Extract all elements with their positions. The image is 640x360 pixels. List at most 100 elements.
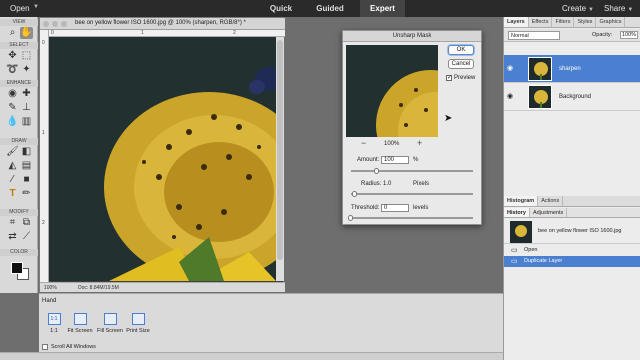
history-state-label: Open	[524, 247, 538, 253]
cancel-button[interactable]: Cancel	[448, 59, 474, 69]
layer-name[interactable]: Background	[559, 94, 591, 100]
scroll-all-windows-checkbox[interactable]: Scroll All Windows	[42, 344, 96, 350]
history-state-open[interactable]: ▭ Open	[504, 245, 640, 256]
dialog-title[interactable]: Unsharp Mask	[343, 31, 481, 42]
mode-guided[interactable]: Guided	[305, 0, 355, 17]
chevron-down-icon[interactable]: ▼	[33, 4, 39, 10]
amount-slider-knob[interactable]	[374, 168, 379, 174]
hand-tool-icon[interactable]: ✋	[20, 27, 33, 39]
crop-tool-icon[interactable]: ⌗	[6, 217, 19, 229]
straighten-tool-icon[interactable]: ⟋	[20, 231, 33, 243]
radius-unit: Pixels	[413, 181, 430, 187]
vertical-scrollbar[interactable]	[276, 37, 284, 281]
layers-panel-tabs: Layers Effects Filters Styles Graphics	[504, 17, 640, 28]
tab-adjustments[interactable]: Adjustments	[530, 208, 568, 217]
minimize-window-icon[interactable]	[52, 21, 58, 27]
spot-healing-icon[interactable]: ✚	[20, 88, 33, 100]
blur-tool-icon[interactable]: 💧	[6, 116, 19, 128]
zoom-out-icon[interactable]: −	[361, 139, 366, 148]
history-state-duplicate-layer[interactable]: ▭ Duplicate Layer	[504, 256, 640, 267]
type-tool-icon[interactable]: T	[6, 188, 19, 200]
eyedropper-icon[interactable]: ⁄	[6, 174, 19, 186]
preview-checkbox[interactable]: ✓ Preview	[446, 75, 475, 81]
image-canvas[interactable]	[49, 37, 276, 281]
clone-stamp-icon[interactable]: ⊥	[20, 102, 33, 114]
content-aware-move-icon[interactable]: ⇄	[6, 231, 19, 243]
brush-tool-icon[interactable]: 🖌	[6, 146, 19, 158]
threshold-slider[interactable]	[348, 215, 473, 221]
sponge-tool-icon[interactable]: ▥	[20, 116, 33, 128]
blend-mode-select[interactable]: Normal	[508, 31, 560, 40]
lasso-tool-icon[interactable]: ➰	[6, 64, 19, 76]
close-window-icon[interactable]	[43, 21, 49, 27]
share-menu[interactable]: Share ▼	[604, 4, 633, 13]
radius-slider[interactable]	[351, 191, 473, 197]
duplicate-layer-icon: ▭	[511, 258, 518, 265]
amount-field[interactable]: 100	[381, 156, 409, 164]
gradient-tool-icon[interactable]: ▤	[20, 160, 33, 172]
scroll-all-label: Scroll All Windows	[51, 344, 96, 350]
fill-screen-button[interactable]: Fill Screen	[95, 313, 125, 334]
chevron-down-icon: ▼	[627, 7, 634, 13]
mode-quick[interactable]: Quick	[263, 0, 299, 17]
tab-layers[interactable]: Layers	[504, 17, 529, 27]
mode-expert[interactable]: Expert	[360, 0, 405, 17]
marquee-tool-icon[interactable]: ⬚	[20, 50, 33, 62]
tab-styles[interactable]: Styles	[574, 17, 597, 27]
zoom-tool-icon[interactable]: ⌕	[6, 27, 19, 39]
tab-actions[interactable]: Actions	[538, 196, 564, 206]
recompose-tool-icon[interactable]: ⧉	[20, 217, 33, 229]
tab-history[interactable]: History	[504, 208, 530, 217]
amount-label: Amount:	[357, 157, 380, 163]
eraser-tool-icon[interactable]: ◧	[20, 146, 33, 158]
visibility-eye-icon[interactable]: ◉	[507, 92, 513, 100]
magic-wand-icon[interactable]: ✦	[20, 64, 33, 76]
eye-tool-icon[interactable]: ◉	[6, 88, 19, 100]
ruler-label: 0	[51, 30, 54, 36]
fit-screen-button[interactable]: Fit Screen	[65, 313, 95, 334]
move-tool-icon[interactable]: ✥	[6, 50, 19, 62]
tab-filters[interactable]: Filters	[552, 17, 575, 27]
layer-thumbnail	[528, 57, 552, 81]
create-menu[interactable]: Create ▼	[562, 4, 594, 13]
layer-row-sharpen[interactable]: ◉ sharpen	[504, 55, 640, 83]
zoom-in-icon[interactable]: +	[417, 139, 422, 148]
filter-preview[interactable]	[346, 45, 438, 137]
layer-row-background[interactable]: ◉ Background	[504, 83, 640, 111]
active-tool-name: Hand	[42, 298, 57, 304]
actual-pixels-icon: 1:1	[47, 313, 61, 325]
checkbox-box[interactable]: ✓	[446, 75, 452, 81]
threshold-slider-knob[interactable]	[348, 215, 353, 221]
zoom-level[interactable]: 100%	[44, 285, 57, 291]
document-title: bee on yellow flower ISO 1600.jpg @ 100%…	[75, 20, 246, 26]
radius-value[interactable]: 1.0	[383, 181, 391, 187]
button-label: Fill Screen	[97, 328, 123, 334]
opacity-field[interactable]: 100%	[620, 31, 638, 39]
scrollbar-thumb[interactable]	[277, 40, 283, 260]
tab-histogram[interactable]: Histogram	[504, 196, 539, 206]
tab-graphics[interactable]: Graphics	[596, 17, 626, 27]
visibility-eye-icon[interactable]: ◉	[507, 64, 513, 72]
threshold-field[interactable]: 0	[381, 204, 409, 212]
radius-slider-knob[interactable]	[352, 191, 358, 197]
zoom-window-icon[interactable]	[61, 21, 67, 27]
shape-tool-icon[interactable]: ■	[20, 174, 33, 186]
layer-name[interactable]: sharpen	[559, 66, 581, 72]
pencil-tool-icon[interactable]: ✏	[20, 188, 33, 200]
checkbox-box[interactable]	[42, 344, 48, 350]
ok-button[interactable]: OK	[448, 45, 474, 55]
opacity-label: Opacity:	[592, 32, 613, 38]
history-snapshot[interactable]: bee on yellow flower ISO 1600.jpg	[504, 219, 640, 244]
section-modify: MODIFY	[0, 209, 38, 216]
fill-screen-icon	[103, 313, 117, 325]
radius-label: Radius:	[361, 181, 382, 187]
smart-brush-icon[interactable]: ✎	[6, 102, 19, 114]
amount-slider[interactable]	[351, 168, 473, 174]
document-title-bar[interactable]: bee on yellow flower ISO 1600.jpg @ 100%…	[40, 18, 285, 30]
paint-bucket-icon[interactable]: ◭	[6, 160, 19, 172]
tab-effects[interactable]: Effects	[529, 17, 553, 27]
foreground-color-swatch[interactable]	[11, 262, 23, 274]
preview-zoom-controls: − 100% +	[353, 139, 438, 149]
open-menu[interactable]: Open	[10, 4, 30, 13]
print-size-button[interactable]: Print Size	[123, 313, 153, 334]
